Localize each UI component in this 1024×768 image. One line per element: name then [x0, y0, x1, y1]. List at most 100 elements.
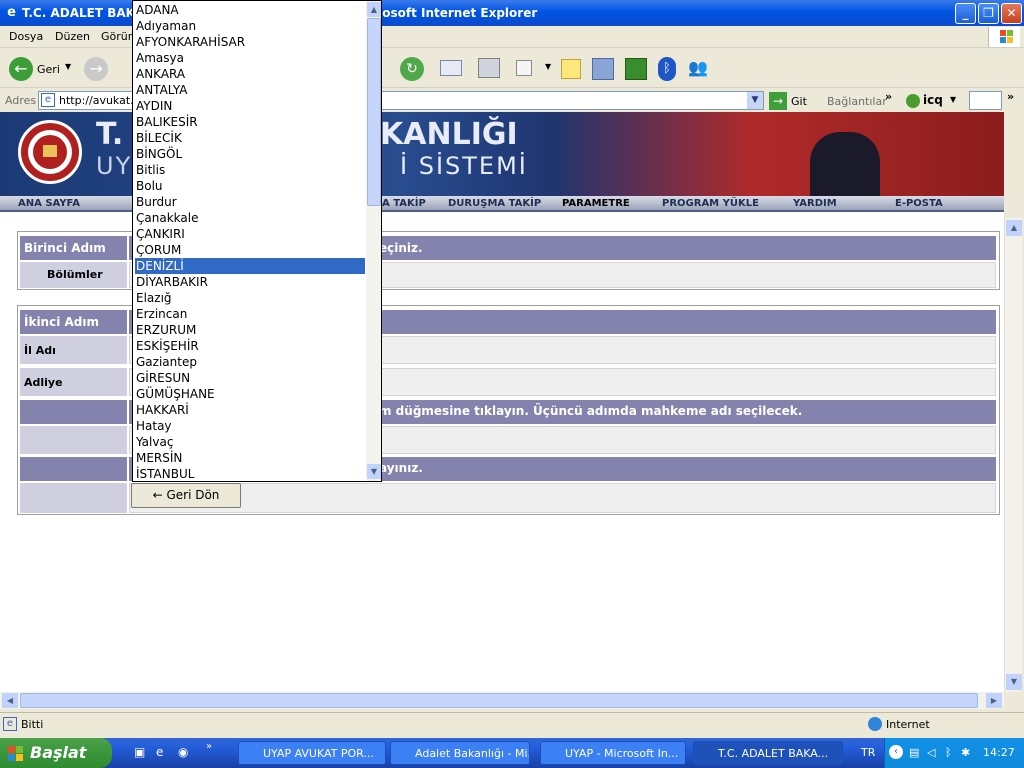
nav-help[interactable]: YARDIM [793, 198, 837, 209]
dropdown-option[interactable]: Adıyaman [135, 18, 365, 34]
back-dropdown-icon[interactable]: ▼ [65, 62, 71, 71]
dropdown-option[interactable]: AYDIN [135, 98, 365, 114]
scroll-up-icon[interactable]: ▲ [367, 2, 381, 17]
step2-header-label: İkinci Adım [20, 310, 127, 334]
icq-icon[interactable] [625, 58, 647, 80]
scroll-down-icon[interactable]: ▼ [1006, 674, 1022, 690]
tray-bluetooth-icon[interactable]: ᛒ [945, 746, 952, 759]
task-uyap-avukat[interactable]: UYAP AVUKAT POR... [238, 741, 386, 765]
quicklaunch-more-icon[interactable]: » [206, 741, 212, 752]
nav-hearing-tracking[interactable]: DURUŞMA TAKİP [448, 198, 541, 209]
edit-icon[interactable] [516, 60, 532, 76]
province-dropdown-list[interactable]: ADANA Adıyaman AFYONKARAHİSAR Amasya ANKARA A… [132, 0, 382, 482]
menu-edit[interactable]: Düzen [55, 30, 90, 43]
links-label[interactable]: Bağlantılar [827, 95, 887, 108]
menu-file[interactable]: Dosya [9, 30, 43, 43]
volume-icon[interactable]: ◁ [927, 746, 935, 759]
dropdown-option[interactable]: Bolu [135, 178, 365, 194]
go-button[interactable]: Git [791, 95, 807, 108]
nav-tracking[interactable]: A TAKİP [382, 198, 426, 209]
horizontal-scrollbar[interactable]: ◀ ▶ [0, 692, 1004, 709]
dropdown-option[interactable]: BALIKESİR [135, 114, 365, 130]
quicklaunch-desktop-icon[interactable]: ▣ [134, 745, 145, 759]
dropdown-option[interactable]: Erzincan [135, 306, 365, 322]
minimize-button[interactable]: _ [955, 3, 976, 24]
language-indicator[interactable]: TR [861, 746, 875, 759]
icq-flower-icon [906, 94, 920, 108]
icq-search-input[interactable] [969, 91, 1002, 110]
dropdown-option[interactable]: Gaziantep [135, 354, 365, 370]
quicklaunch-media-icon[interactable]: ◉ [178, 745, 188, 759]
back-arrow-icon[interactable]: ← [9, 57, 33, 81]
dropdown-option[interactable]: Burdur [135, 194, 365, 210]
dropdown-option[interactable]: ANTALYA [135, 82, 365, 98]
nav-program-upload[interactable]: PROGRAM YÜKLE [662, 198, 759, 209]
forward-arrow-icon[interactable]: → [84, 57, 108, 81]
nav-parameters[interactable]: PARAMETRE [562, 198, 630, 209]
icq-dropdown-icon[interactable]: ▼ [950, 95, 956, 104]
task-tc-adalet[interactable]: T.C. ADALET BAKA... [693, 741, 843, 765]
tray-collapse-icon[interactable]: ‹ [889, 745, 903, 759]
dropdown-option[interactable]: DENİZLİ [135, 258, 365, 274]
dropdown-option[interactable]: MERSİN [135, 450, 365, 466]
maximize-button[interactable]: ❐ [978, 3, 999, 24]
dropdown-option[interactable]: GÜMÜŞHANE [135, 386, 365, 402]
go-arrow-icon[interactable]: → [769, 92, 787, 110]
note-icon[interactable] [561, 59, 581, 79]
province-label: İl Adı [20, 336, 127, 364]
dropdown-option[interactable]: ÇORUM [135, 242, 365, 258]
print-icon[interactable] [478, 58, 500, 78]
scroll-down-icon[interactable]: ▼ [367, 464, 381, 479]
horizontal-scroll-thumb[interactable] [20, 693, 978, 708]
quicklaunch-ie-icon[interactable]: e [156, 745, 163, 759]
dropdown-option[interactable]: Bitlis [135, 162, 365, 178]
dropdown-option[interactable]: BİLECİK [135, 130, 365, 146]
dropdown-option[interactable]: ERZURUM [135, 322, 365, 338]
messenger-icon[interactable]: 👥 [688, 58, 714, 80]
network-icon[interactable]: ▤ [909, 746, 919, 759]
dropdown-option[interactable]: AFYONKARAHİSAR [135, 34, 365, 50]
chevron-right-icon[interactable]: » [1007, 90, 1014, 103]
dropdown-scrollbar[interactable]: ▲ ▼ [366, 1, 381, 481]
nav-email[interactable]: E-POSTA [895, 198, 943, 209]
vertical-scrollbar[interactable]: ▲ ▼ [1004, 218, 1022, 692]
task-adalet-bakanligi[interactable]: Adalet Bakanlığı - Mi... [390, 741, 530, 765]
dropdown-option[interactable]: Yalvaç [135, 434, 365, 450]
dropdown-option[interactable]: DİYARBAKIR [135, 274, 365, 290]
dropdown-option[interactable]: Amasya [135, 50, 365, 66]
scroll-up-icon[interactable]: ▲ [1006, 220, 1022, 236]
scroll-right-icon[interactable]: ▶ [986, 693, 1002, 708]
dropdown-option[interactable]: ADANA [135, 2, 365, 18]
address-dropdown-icon[interactable]: ▼ [747, 92, 763, 109]
dropdown-option[interactable]: BİNGÖL [135, 146, 365, 162]
dropdown-option[interactable]: İSTANBUL [135, 466, 365, 481]
banner-title-left: T. [96, 117, 124, 152]
menu-view[interactable]: Görün [101, 30, 135, 43]
safely-remove-icon[interactable]: ✱ [961, 746, 970, 759]
icq-label[interactable]: icq [923, 93, 943, 107]
research-icon[interactable] [592, 58, 614, 80]
dropdown-option[interactable]: Elazığ [135, 290, 365, 306]
close-button[interactable]: ✕ [1001, 3, 1022, 24]
dropdown-option[interactable]: GİRESUN [135, 370, 365, 386]
dropdown-option[interactable]: Hatay [135, 418, 365, 434]
chevron-right-icon[interactable]: » [885, 90, 892, 103]
dropdown-option[interactable]: Çanakkale [135, 210, 365, 226]
scroll-left-icon[interactable]: ◀ [2, 693, 18, 708]
nav-home[interactable]: ANA SAYFA [18, 198, 80, 209]
back-button[interactable]: ← Geri Dön [131, 483, 241, 508]
edit-dropdown-icon[interactable]: ▼ [545, 62, 551, 71]
dropdown-scroll-thumb[interactable] [367, 18, 381, 206]
action-cell [129, 483, 996, 513]
dropdown-option[interactable]: ANKARA [135, 66, 365, 82]
mail-icon[interactable] [440, 60, 462, 76]
dropdown-option[interactable]: ESKİŞEHİR [135, 338, 365, 354]
task-uyap-ie[interactable]: UYAP - Microsoft In... [540, 741, 686, 765]
dropdown-option[interactable]: ÇANKIRI [135, 226, 365, 242]
history-icon[interactable]: ↻ [400, 57, 424, 81]
portrait-image [810, 132, 880, 196]
start-button[interactable]: Başlat [0, 738, 112, 768]
dropdown-option[interactable]: HAKKARİ [135, 402, 365, 418]
back-label[interactable]: Geri [37, 63, 60, 76]
bluetooth-icon[interactable]: ᛒ [658, 57, 676, 81]
